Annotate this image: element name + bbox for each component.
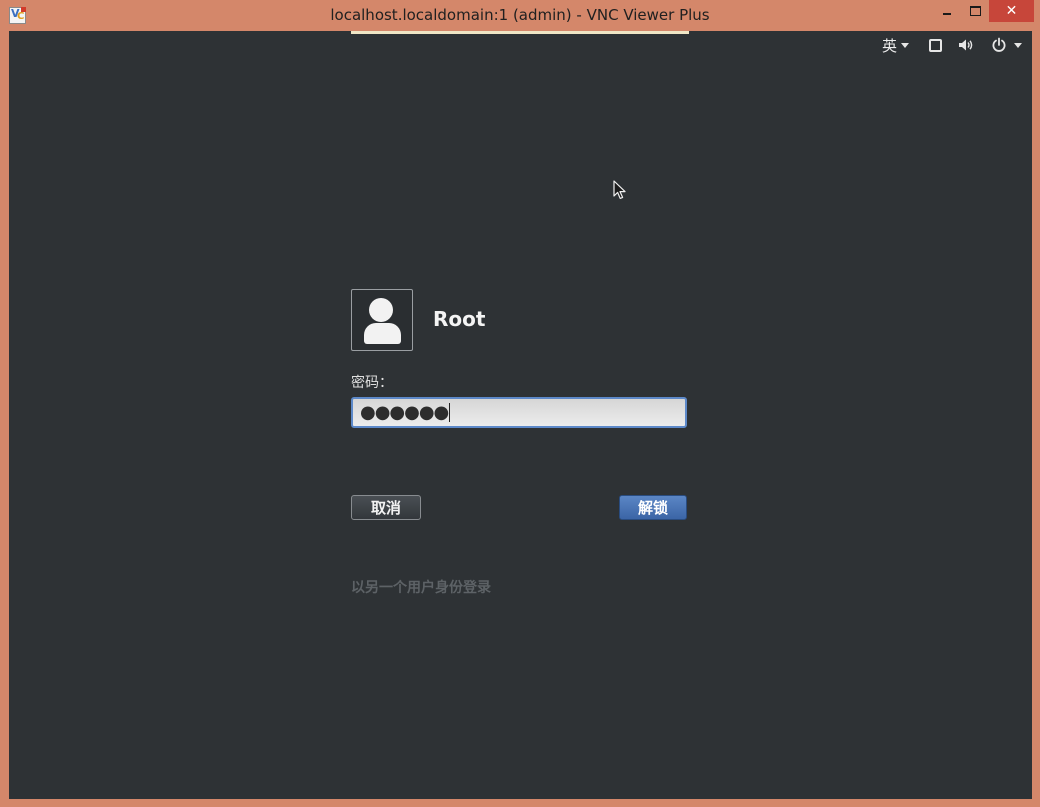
unlock-button[interactable]: 解锁 bbox=[619, 495, 687, 520]
window-title: localhost.localdomain:1 (admin) - VNC Vi… bbox=[330, 6, 710, 24]
mouse-pointer-icon bbox=[613, 180, 626, 204]
remote-desktop[interactable]: 英 Root 密码： ●●●●●● 取消 解锁 以另一个用户身份登录 bbox=[9, 31, 1032, 799]
maximize-button[interactable] bbox=[962, 0, 988, 22]
power-icon[interactable] bbox=[991, 37, 1007, 53]
close-icon: ✕ bbox=[1005, 3, 1018, 19]
maximize-icon bbox=[969, 6, 981, 16]
input-method-dropdown-icon[interactable] bbox=[901, 42, 909, 48]
switch-user-link[interactable]: 以另一个用户身份登录 bbox=[351, 577, 491, 597]
username-label: Root bbox=[433, 307, 486, 331]
minimize-button[interactable] bbox=[935, 0, 959, 22]
volume-icon[interactable] bbox=[958, 38, 975, 52]
password-masked-value: ●●●●●● bbox=[360, 401, 449, 423]
minimize-icon bbox=[943, 13, 951, 15]
vnc-viewer-window: VC localhost.localdomain:1 (admin) - VNC… bbox=[0, 0, 1040, 807]
input-method-indicator[interactable]: 英 bbox=[882, 35, 897, 56]
password-field[interactable]: ●●●●●● bbox=[351, 397, 687, 428]
title-bar[interactable]: VC localhost.localdomain:1 (admin) - VNC… bbox=[0, 0, 1040, 31]
system-menu-dropdown-icon[interactable] bbox=[1014, 42, 1022, 48]
close-button[interactable]: ✕ bbox=[989, 0, 1034, 22]
message-tray-strip bbox=[351, 31, 689, 34]
user-avatar-body bbox=[364, 323, 401, 344]
text-cursor bbox=[449, 403, 451, 422]
password-label: 密码： bbox=[351, 375, 393, 391]
user-avatar-head bbox=[369, 298, 393, 322]
display-icon[interactable] bbox=[929, 38, 942, 52]
user-avatar bbox=[351, 289, 413, 351]
cancel-button[interactable]: 取消 bbox=[351, 495, 421, 520]
top-panel-status-area: 英 bbox=[882, 35, 1022, 55]
